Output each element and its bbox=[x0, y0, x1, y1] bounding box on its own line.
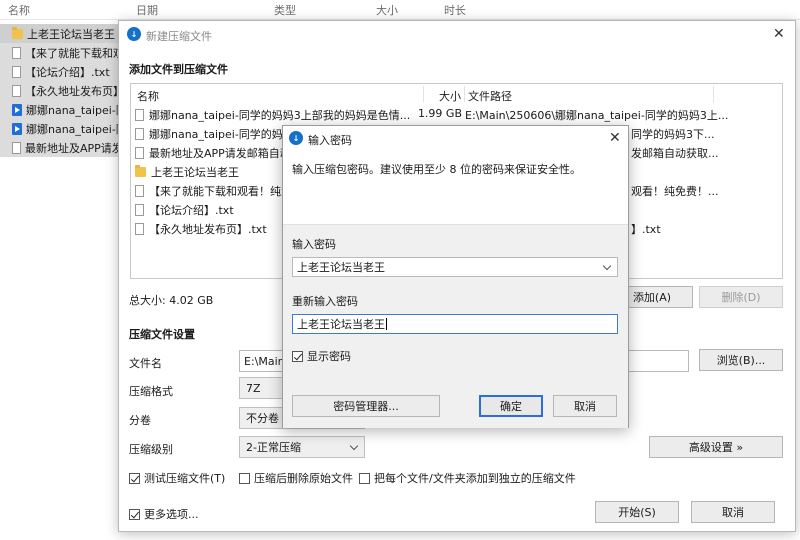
enter-password-label: 输入密码 bbox=[292, 238, 336, 251]
video-icon bbox=[12, 103, 22, 116]
checkbox-checked-icon bbox=[292, 350, 303, 362]
table-header-size[interactable]: 大小 bbox=[435, 88, 461, 104]
show-password-checkbox[interactable]: 显示密码 bbox=[292, 348, 351, 364]
test-archive-checkbox[interactable]: 测试压缩文件(T) bbox=[129, 470, 225, 486]
column-divider bbox=[713, 86, 714, 102]
delete-button[interactable]: 删除(D) bbox=[699, 286, 783, 308]
archive-settings-title: 压缩文件设置 bbox=[129, 328, 195, 341]
document-icon bbox=[12, 65, 21, 78]
delete-original-checkbox[interactable]: 压缩后删除原始文件 bbox=[239, 470, 353, 486]
explorer-row[interactable]: 上老王论坛当老王 bbox=[0, 24, 120, 43]
table-row[interactable]: 娜娜nana_taipei-同学的妈妈3上部我的妈妈是色情... 1.99 GB… bbox=[131, 104, 782, 123]
folder-icon bbox=[135, 165, 146, 177]
checkbox-checked-icon bbox=[129, 472, 140, 484]
password-dialog: ↓ 输入密码 ✕ 输入压缩包密码。建议使用至少 8 位的密码来保证安全性。 输入… bbox=[282, 125, 629, 428]
checkbox-checked-icon bbox=[129, 508, 140, 520]
password-dialog-title: 输入密码 bbox=[308, 134, 352, 147]
document-icon bbox=[135, 185, 144, 197]
close-icon[interactable]: ✕ bbox=[773, 27, 785, 41]
start-button[interactable]: 开始(S) bbox=[595, 501, 679, 523]
more-options-checkbox[interactable]: 更多选项... bbox=[129, 506, 199, 522]
explorer-row[interactable]: 娜娜nana_taipei-同 bbox=[0, 100, 120, 119]
document-icon bbox=[135, 223, 144, 235]
explorer-row[interactable]: 【永久地址发布页】. bbox=[0, 81, 120, 100]
dialog-title: 新建压缩文件 bbox=[146, 30, 212, 43]
text-caret bbox=[386, 318, 387, 330]
password-description-area: 输入压缩包密码。建议使用至少 8 位的密码来保证安全性。 bbox=[283, 150, 628, 224]
column-divider bbox=[423, 86, 424, 102]
document-icon bbox=[12, 46, 21, 59]
add-files-section-title: 添加文件到压缩文件 bbox=[129, 63, 228, 76]
close-icon[interactable]: ✕ bbox=[609, 131, 621, 145]
column-divider bbox=[464, 86, 465, 102]
column-date[interactable]: 日期 bbox=[136, 2, 158, 18]
password-description: 输入压缩包密码。建议使用至少 8 位的密码来保证安全性。 bbox=[292, 163, 581, 176]
folder-icon bbox=[12, 26, 23, 39]
column-type[interactable]: 类型 bbox=[274, 2, 296, 18]
table-header-path[interactable]: 文件路径 bbox=[468, 88, 512, 104]
total-size: 总大小: 4.02 GB bbox=[129, 294, 214, 307]
password-cancel-button[interactable]: 取消 bbox=[553, 395, 617, 417]
filename-label: 文件名 bbox=[129, 357, 162, 370]
document-icon bbox=[135, 147, 144, 159]
video-icon bbox=[12, 122, 22, 135]
reenter-password-label: 重新输入密码 bbox=[292, 295, 358, 308]
password-dialog-titlebar: ↓ 输入密码 ✕ bbox=[283, 126, 628, 150]
format-label: 压缩格式 bbox=[129, 385, 173, 398]
browse-button[interactable]: 浏览(B)... bbox=[699, 349, 783, 371]
advanced-settings-button[interactable]: 高级设置 » bbox=[649, 436, 783, 458]
chevron-down-icon[interactable] bbox=[602, 261, 612, 271]
column-name[interactable]: 名称 bbox=[8, 2, 30, 18]
level-select[interactable]: 2-正常压缩 bbox=[239, 436, 365, 458]
password-form: 输入密码 上老王论坛当老王 重新输入密码 上老王论坛当老王 显示密码 密码管理器… bbox=[283, 224, 628, 428]
explorer-row[interactable]: 娜娜nana_taipei-同 bbox=[0, 119, 120, 138]
explorer-row[interactable]: 最新地址及APP请发 bbox=[0, 138, 120, 157]
document-icon bbox=[135, 204, 144, 216]
document-icon bbox=[12, 141, 21, 154]
main-cancel-button[interactable]: 取消 bbox=[691, 501, 775, 523]
table-header-name[interactable]: 名称 bbox=[137, 88, 159, 104]
password-manager-button[interactable]: 密码管理器... bbox=[292, 395, 440, 417]
document-icon bbox=[12, 84, 21, 97]
enter-password-field[interactable]: 上老王论坛当老王 bbox=[292, 257, 618, 277]
checkbox-empty-icon bbox=[359, 472, 370, 484]
reenter-password-field[interactable]: 上老王论坛当老王 bbox=[292, 314, 618, 334]
separate-archives-checkbox[interactable]: 把每个文件/文件夹添加到独立的压缩文件 bbox=[359, 470, 576, 486]
document-icon bbox=[135, 109, 144, 121]
explorer-column-header: 名称 日期 类型 大小 时长 bbox=[0, 0, 800, 20]
chevron-down-icon bbox=[349, 441, 359, 451]
app-logo-icon: ↓ bbox=[289, 131, 303, 145]
ok-button[interactable]: 确定 bbox=[479, 395, 543, 417]
explorer-row[interactable]: 【论坛介绍】.txt bbox=[0, 62, 120, 81]
column-size[interactable]: 大小 bbox=[376, 2, 398, 18]
level-label: 压缩级别 bbox=[129, 443, 173, 456]
checkbox-empty-icon bbox=[239, 472, 250, 484]
document-icon bbox=[135, 128, 144, 140]
split-label: 分卷 bbox=[129, 414, 151, 427]
explorer-row[interactable]: 【来了就能下载和观 bbox=[0, 43, 120, 62]
app-logo-icon: ↓ bbox=[127, 27, 141, 41]
column-duration[interactable]: 时长 bbox=[444, 2, 466, 18]
